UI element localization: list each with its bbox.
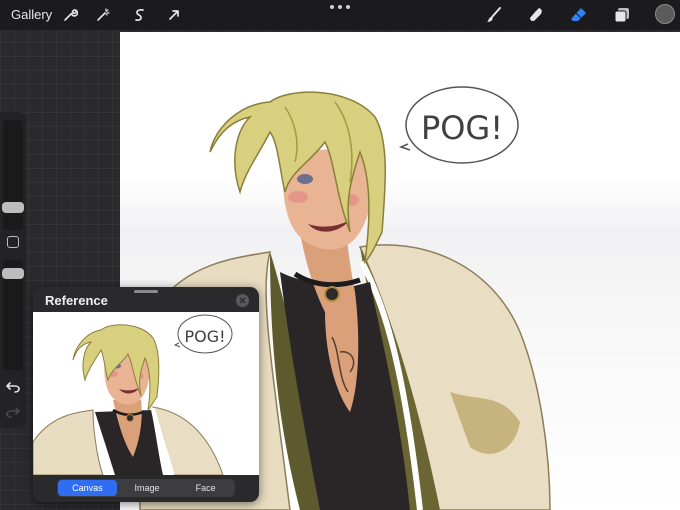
tab-face[interactable]: Face [176, 479, 235, 497]
close-icon[interactable] [236, 294, 249, 307]
reference-preview: POG! [33, 312, 259, 475]
transform-arrow-icon[interactable] [163, 4, 185, 26]
reference-mode-control: Canvas Image Face [57, 479, 235, 497]
reference-window[interactable]: Reference POG! Canvas Image Face [33, 287, 259, 502]
magic-wand-icon[interactable] [92, 4, 114, 26]
tab-canvas[interactable]: Canvas [58, 480, 117, 496]
top-toolbar: Gallery [0, 0, 680, 30]
gallery-button[interactable]: Gallery [11, 7, 52, 22]
selection-icon[interactable] [129, 4, 151, 26]
redo-icon[interactable] [6, 404, 20, 418]
layers-icon[interactable] [611, 4, 633, 26]
eraser-icon[interactable] [568, 4, 590, 26]
more-options-icon[interactable] [330, 2, 350, 12]
modify-button[interactable] [7, 236, 19, 248]
brush-opacity-handle[interactable] [2, 268, 24, 279]
speech-bubble-text: POG! [421, 109, 503, 147]
reference-thumbnail: POG! [33, 314, 233, 475]
color-picker-button[interactable] [655, 4, 675, 24]
smudge-icon[interactable] [525, 4, 547, 26]
brush-size-handle[interactable] [2, 202, 24, 213]
reference-speech-text: POG! [184, 327, 225, 346]
drag-handle[interactable] [134, 290, 158, 293]
brush-size-slider[interactable] [3, 120, 23, 230]
wrench-icon[interactable] [59, 4, 81, 26]
tab-image[interactable]: Image [118, 479, 177, 497]
left-sidebar [0, 112, 26, 428]
brush-icon[interactable] [483, 4, 505, 26]
reference-title: Reference [45, 293, 108, 308]
undo-icon[interactable] [6, 379, 20, 393]
